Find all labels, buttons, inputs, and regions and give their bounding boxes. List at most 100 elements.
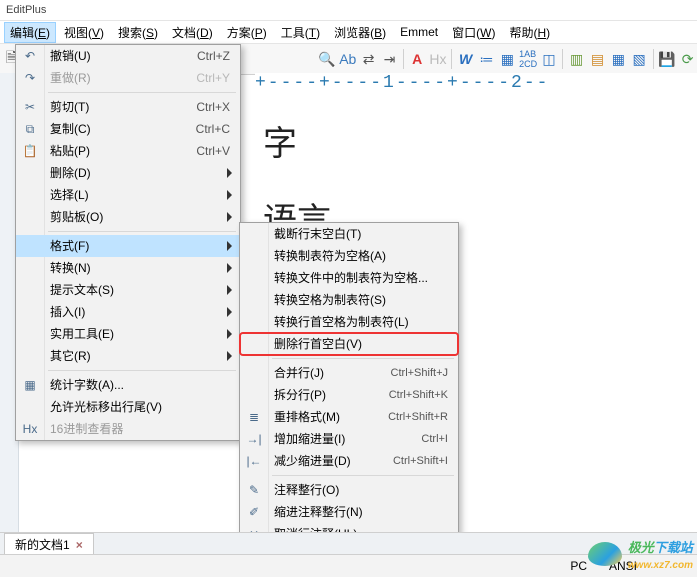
menu-item-icon: ✂ bbox=[21, 98, 39, 116]
menu-item[interactable]: 提示文本(S) bbox=[16, 279, 240, 301]
menu-item-label: 16进制查看器 bbox=[50, 422, 123, 436]
menu-b[interactable]: 浏览器(B) bbox=[328, 22, 392, 43]
menu-item[interactable]: 📋粘贴(P)Ctrl+V bbox=[16, 140, 240, 162]
hex-icon[interactable]: Hx bbox=[429, 48, 448, 70]
menu-separator bbox=[272, 358, 454, 359]
menu-item-label: 实用工具(E) bbox=[50, 327, 114, 341]
submenu-item[interactable]: ≣重排格式(M)Ctrl+Shift+R bbox=[240, 406, 458, 428]
format-submenu: 截断行末空白(T) 转换制表符为空格(A) 转换文件中的制表符为空格... 转换空格为… bbox=[239, 222, 459, 568]
submenu-item[interactable]: 删除行首空白(V) bbox=[240, 333, 458, 355]
submenu-arrow-icon bbox=[227, 329, 232, 339]
menu-item: Hx16进制查看器 bbox=[16, 418, 240, 440]
submenu-item-shortcut: Ctrl+Shift+J bbox=[391, 362, 448, 384]
submenu-item-label: 删除行首空白(V) bbox=[274, 337, 362, 351]
submenu-arrow-icon bbox=[227, 190, 232, 200]
menu-h[interactable]: 帮助(H) bbox=[503, 22, 556, 43]
search-icon[interactable]: 🔍 bbox=[318, 48, 337, 70]
menu-bar: 编辑(E)视图(V)搜索(S)文档(D)方案(P)工具(T)浏览器(B)Emme… bbox=[0, 21, 697, 44]
font-icon[interactable]: A bbox=[408, 48, 427, 70]
format-submenu-items: 截断行末空白(T) 转换制表符为空格(A) 转换文件中的制表符为空格... 转换空格为… bbox=[240, 223, 458, 567]
grid-icon[interactable]: ▦ bbox=[498, 48, 517, 70]
menu-separator bbox=[48, 370, 236, 371]
menu-w[interactable]: 窗口(W) bbox=[446, 22, 501, 43]
submenu-item-shortcut: Ctrl+Shift+R bbox=[388, 406, 448, 428]
menu-item[interactable]: 允许光标移出行尾(V) bbox=[16, 396, 240, 418]
submenu-item-label: 转换制表符为空格(A) bbox=[274, 249, 386, 263]
submenu-item[interactable]: |←减少缩进量(D)Ctrl+Shift+I bbox=[240, 450, 458, 472]
menu-separator bbox=[272, 475, 454, 476]
menu-e[interactable]: 编辑(E) bbox=[4, 22, 56, 43]
submenu-item-icon: |← bbox=[245, 452, 263, 470]
panel1-icon[interactable]: ▥ bbox=[567, 48, 586, 70]
menu-item[interactable]: 选择(L) bbox=[16, 184, 240, 206]
title-bar: EditPlus bbox=[0, 0, 697, 21]
submenu-item[interactable]: 拆分行(P)Ctrl+Shift+K bbox=[240, 384, 458, 406]
word-icon[interactable]: W bbox=[456, 48, 475, 70]
panel3-icon[interactable]: ▦ bbox=[609, 48, 628, 70]
submenu-item[interactable]: 转换制表符为空格(A) bbox=[240, 245, 458, 267]
watermark-logo-icon bbox=[588, 542, 622, 566]
edit-menu-dropdown: ↶撤销(U)Ctrl+Z↷重做(R)Ctrl+Y✂剪切(T)Ctrl+X⧉复制(… bbox=[15, 44, 241, 441]
menu-item[interactable]: ↶撤销(U)Ctrl+Z bbox=[16, 45, 240, 67]
menu-d[interactable]: 文档(D) bbox=[166, 22, 219, 43]
menu-s[interactable]: 搜索(S) bbox=[112, 22, 164, 43]
submenu-item-label: 截断行末空白(T) bbox=[274, 227, 361, 241]
menu-item-shortcut: Ctrl+Z bbox=[197, 45, 230, 67]
refresh-icon[interactable]: ⟳ bbox=[678, 48, 697, 70]
menu-item[interactable]: 删除(D) bbox=[16, 162, 240, 184]
menu-item[interactable]: 剪贴板(O) bbox=[16, 206, 240, 228]
submenu-item-label: 转换文件中的制表符为空格... bbox=[274, 271, 428, 285]
watermark-text: 极光下载站 www.xz7.com bbox=[628, 537, 693, 571]
list-icon[interactable]: ≔ bbox=[477, 48, 496, 70]
menu-v[interactable]: 视图(V) bbox=[58, 22, 110, 43]
menu-item[interactable]: ✂剪切(T)Ctrl+X bbox=[16, 96, 240, 118]
submenu-arrow-icon bbox=[227, 168, 232, 178]
panel2-icon[interactable]: ▤ bbox=[588, 48, 607, 70]
submenu-item[interactable]: →|增加缩进量(I)Ctrl+I bbox=[240, 428, 458, 450]
submenu-item[interactable]: ✐缩进注释整行(N) bbox=[240, 501, 458, 523]
submenu-item-label: 转换空格为制表符(S) bbox=[274, 293, 386, 307]
document-tab[interactable]: 新的文档1 × bbox=[4, 533, 94, 555]
submenu-item[interactable]: 转换行首空格为制表符(L) bbox=[240, 311, 458, 333]
menu-separator bbox=[48, 92, 236, 93]
ruler: +----+----1----+----2-- bbox=[255, 73, 697, 95]
col-icon[interactable]: ◫ bbox=[540, 48, 559, 70]
submenu-item[interactable]: ✎注释整行(O) bbox=[240, 479, 458, 501]
submenu-item-icon: ✐ bbox=[245, 503, 263, 521]
menu-item-shortcut: Ctrl+X bbox=[196, 96, 230, 118]
submenu-item-label: 拆分行(P) bbox=[274, 388, 326, 402]
menu-item[interactable]: 实用工具(E) bbox=[16, 323, 240, 345]
submenu-arrow-icon bbox=[227, 307, 232, 317]
menu-item-icon: 📋 bbox=[21, 142, 39, 160]
menu-item[interactable]: 插入(I) bbox=[16, 301, 240, 323]
menu-item[interactable]: 转换(N) bbox=[16, 257, 240, 279]
menu-item[interactable]: 其它(R) bbox=[16, 345, 240, 367]
menu-t[interactable]: 工具(T) bbox=[275, 22, 326, 43]
menu-item-icon: ↶ bbox=[21, 47, 39, 65]
submenu-arrow-icon bbox=[227, 285, 232, 295]
replace-icon[interactable]: ⇄ bbox=[359, 48, 378, 70]
menu-item-shortcut: Ctrl+Y bbox=[196, 67, 230, 89]
menu-emmet[interactable]: Emmet bbox=[394, 23, 444, 41]
submenu-item[interactable]: 转换空格为制表符(S) bbox=[240, 289, 458, 311]
menu-item[interactable]: ▦统计字数(A)... bbox=[16, 374, 240, 396]
menu-item[interactable]: ⧉复制(C)Ctrl+C bbox=[16, 118, 240, 140]
panel4-icon[interactable]: ▧ bbox=[630, 48, 649, 70]
menu-item[interactable]: 格式(F) bbox=[16, 235, 240, 257]
submenu-item[interactable]: 截断行末空白(T) bbox=[240, 223, 458, 245]
save2-icon[interactable]: 💾 bbox=[657, 48, 676, 70]
close-icon[interactable]: × bbox=[76, 538, 83, 552]
submenu-item[interactable]: 合并行(J)Ctrl+Shift+J bbox=[240, 362, 458, 384]
menu-p[interactable]: 方案(P) bbox=[221, 22, 273, 43]
menu-item-label: 重做(R) bbox=[50, 71, 91, 85]
menu-item-label: 其它(R) bbox=[50, 349, 91, 363]
abc-icon[interactable]: 1AB2CD bbox=[519, 48, 538, 70]
editor-line: 字 bbox=[263, 116, 689, 165]
goto-icon[interactable]: ⇥ bbox=[380, 48, 399, 70]
menu-item-label: 统计字数(A)... bbox=[50, 378, 124, 392]
document-tab-label: 新的文档1 bbox=[15, 536, 70, 553]
submenu-item[interactable]: 转换文件中的制表符为空格... bbox=[240, 267, 458, 289]
submenu-item-label: 增加缩进量(I) bbox=[274, 432, 345, 446]
char-icon[interactable]: Ab bbox=[338, 48, 357, 70]
separator bbox=[451, 49, 452, 69]
